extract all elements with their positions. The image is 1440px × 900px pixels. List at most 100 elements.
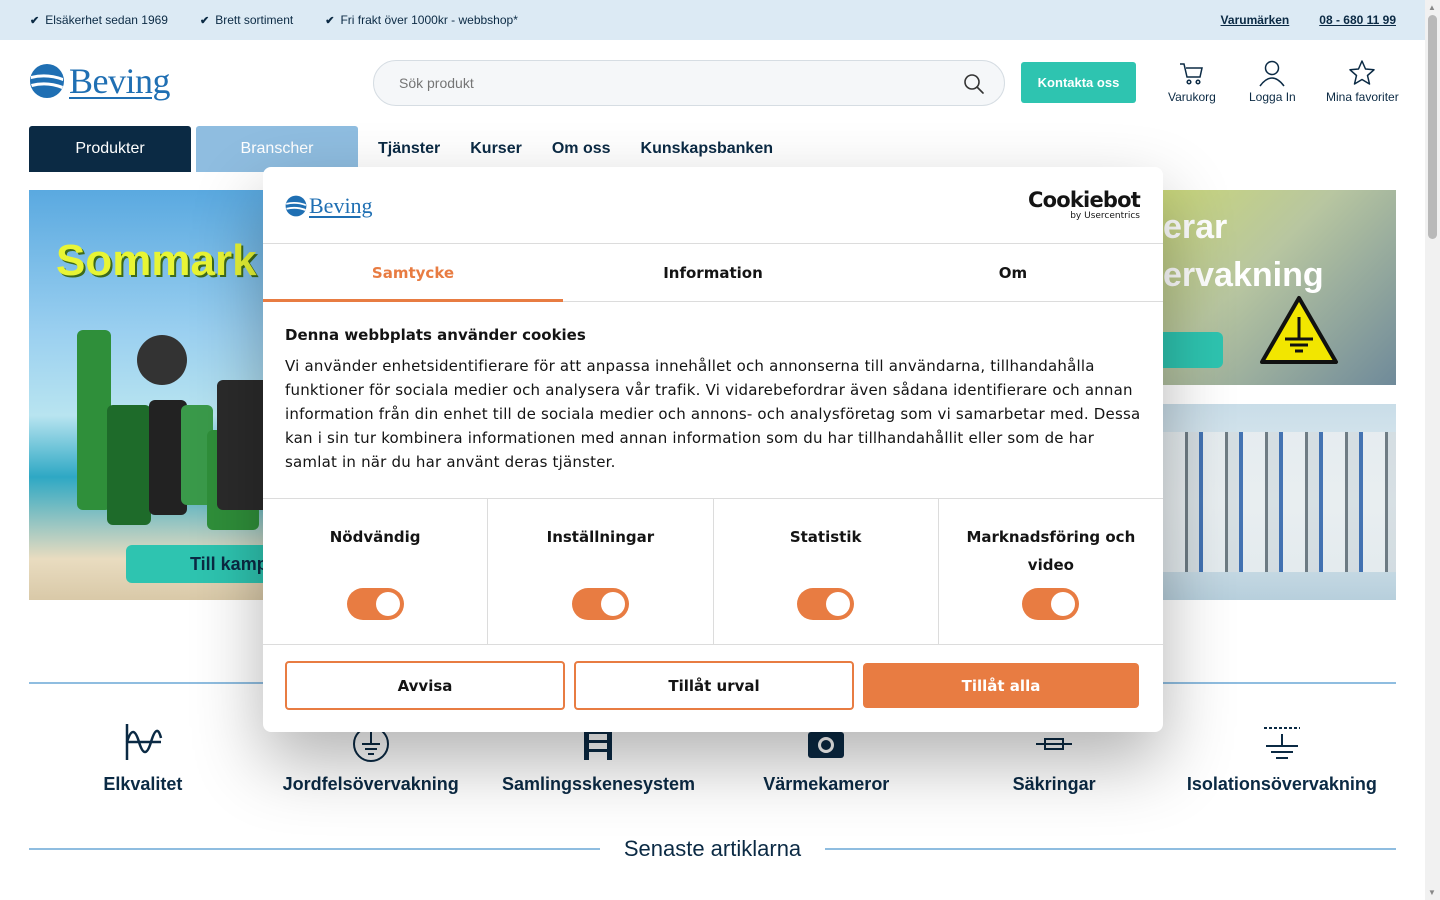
beving-logo-icon	[30, 64, 64, 98]
allow-selection-button[interactable]: Tillåt urval	[574, 661, 854, 710]
usp-item: ✔ Brett sortiment	[199, 13, 294, 27]
cookie-categories: Nödvändig Inställningar Statistik Markna…	[263, 499, 1163, 645]
toggle-knob	[1051, 592, 1076, 616]
main-nav: Produkter Branscher Tjänster Kurser Om o…	[29, 126, 783, 172]
category-label: Elkvalitet	[103, 774, 183, 794]
cookie-category-label: Marknadsföring och video	[966, 528, 1136, 574]
brands-link[interactable]: Varumärken	[1221, 13, 1290, 27]
banner-title-line: ervakning	[1163, 256, 1324, 294]
campaign-banner[interactable]: Sommark Till kamp	[29, 190, 269, 600]
cart-button[interactable]: Varukorg	[1168, 58, 1216, 104]
user-icon	[1259, 60, 1285, 87]
nav-services[interactable]: Tjänster	[378, 140, 440, 158]
favorites-button[interactable]: Mina favoriter	[1326, 58, 1399, 104]
cookie-category-label: Statistik	[789, 528, 862, 546]
category-insulation[interactable]: Isolationsövervakning	[1168, 720, 1396, 795]
insulation-icon	[1263, 727, 1300, 759]
usp-item: ✔ Elsäkerhet sedan 1969	[30, 13, 168, 27]
check-icon: ✔	[30, 14, 40, 27]
beving-logo-icon	[285, 195, 307, 217]
tab-about[interactable]: Om	[863, 244, 1163, 301]
login-button[interactable]: Logga In	[1249, 58, 1296, 104]
toggle-knob	[600, 592, 625, 616]
logo-text: Beving	[309, 193, 373, 218]
device-image	[137, 335, 187, 385]
cart-icon	[1179, 63, 1203, 85]
star-icon	[1349, 60, 1376, 85]
phone-link[interactable]: 08 - 680 11 99	[1319, 13, 1396, 27]
reject-button[interactable]: Avvisa	[285, 661, 565, 710]
nav-knowledge-bank[interactable]: Kunskapsbanken	[641, 140, 773, 158]
cookie-category-marketing: Marknadsföring och video	[939, 499, 1163, 644]
contact-button[interactable]: Kontakta oss	[1021, 62, 1136, 103]
tab-consent[interactable]: Samtycke	[263, 244, 563, 302]
cookie-body: Denna webbplats använder cookies Vi anvä…	[263, 302, 1163, 499]
search-icon[interactable]	[962, 72, 986, 96]
device-image	[107, 405, 151, 525]
nav-courses[interactable]: Kurser	[470, 140, 522, 158]
nav-products[interactable]: Produkter	[29, 126, 191, 172]
statistics-toggle[interactable]	[797, 588, 855, 620]
section-divider	[29, 848, 600, 850]
allow-all-button[interactable]: Tillåt alla	[863, 663, 1139, 708]
page-scrollbar[interactable]: ▲ ▼	[1425, 0, 1440, 900]
check-icon: ✔	[199, 14, 210, 27]
category-label: Värmekameror	[763, 774, 890, 794]
cookie-category-statistics: Statistik	[714, 499, 939, 644]
banner-title: Sommark	[56, 236, 257, 285]
device-image	[77, 330, 111, 510]
necessary-toggle[interactable]	[346, 588, 404, 620]
cookie-category-necessary: Nödvändig	[263, 499, 489, 644]
scroll-up-icon[interactable]: ▲	[1428, 3, 1436, 12]
favorites-label: Mina favoriter	[1326, 90, 1399, 104]
login-label: Logga In	[1249, 90, 1296, 104]
check-icon: ✔	[325, 14, 335, 27]
top-bar: ✔ Elsäkerhet sedan 1969 ✔ Brett sortiment …	[0, 0, 1425, 40]
busbar-image	[1163, 432, 1396, 572]
cookie-category-label: Inställningar	[546, 528, 655, 546]
nav-about[interactable]: Om oss	[552, 140, 611, 158]
cookie-description: Vi använder enhetsidentifierare för att …	[285, 357, 1141, 471]
cookiebot-brand[interactable]: Cookiebot by Usercentrics	[1028, 188, 1141, 221]
preferences-toggle[interactable]	[571, 588, 629, 620]
device-image	[217, 380, 269, 510]
category-label: Isolationsövervakning	[1186, 774, 1377, 794]
power-quality-icon	[125, 724, 163, 760]
category-label: Samlingsskenesystem	[501, 774, 696, 794]
cookie-consent-dialog: Beving Cookiebot by Usercentrics Samtyck…	[263, 167, 1163, 732]
cookiebot-sub: by Usercentrics	[1070, 211, 1140, 221]
nav-industries[interactable]: Branscher	[196, 126, 358, 172]
usp-item: ✔ Fri frakt över 1000kr - webbshop*	[325, 13, 518, 27]
cookie-dialog-header: Beving Cookiebot by Usercentrics	[263, 167, 1163, 244]
cookie-category-preferences: Inställningar	[488, 499, 714, 644]
tab-information[interactable]: Information	[563, 244, 863, 301]
articles-heading: Senaste artiklarna	[623, 836, 802, 861]
toggle-knob	[826, 592, 851, 616]
banner-cta-button[interactable]	[1163, 332, 1223, 368]
cookie-category-label: Nödvändig	[329, 528, 421, 546]
cookie-title: Denna webbplats använder cookies	[285, 326, 586, 344]
top-bar-links: Varumärken 08 - 680 11 99	[1221, 0, 1396, 40]
cookie-dialog-logo: Beving	[285, 193, 373, 219]
marketing-toggle[interactable]	[1022, 588, 1080, 620]
search-bar	[373, 60, 1005, 106]
category-power-quality[interactable]: Elkvalitet	[29, 720, 257, 795]
cookiebot-name: Cookiebot	[1028, 188, 1141, 212]
section-divider	[825, 848, 1397, 850]
search-input[interactable]	[399, 75, 939, 91]
cart-label: Varukorg	[1168, 90, 1216, 104]
articles-heading-row: Senaste artiklarna	[29, 834, 1397, 864]
logo-text: Beving	[69, 61, 171, 101]
busbar-banner[interactable]	[1163, 404, 1396, 600]
earth-warning-icon	[1260, 296, 1338, 364]
scrollbar-thumb[interactable]	[1428, 15, 1437, 239]
scroll-down-icon[interactable]: ▼	[1428, 888, 1436, 897]
site-logo[interactable]: Beving	[29, 60, 171, 102]
banner-title-line: erar	[1163, 208, 1228, 246]
category-label: Säkringar	[1012, 774, 1096, 794]
cookie-tabs: Samtycke Information Om	[263, 244, 1163, 302]
monitoring-banner[interactable]: erar ervakning	[1163, 190, 1396, 385]
toggle-knob	[375, 592, 400, 616]
cookie-buttons: Avvisa Tillåt urval Tillåt alla	[263, 645, 1163, 726]
campaign-cta-button[interactable]: Till kamp	[126, 545, 269, 583]
